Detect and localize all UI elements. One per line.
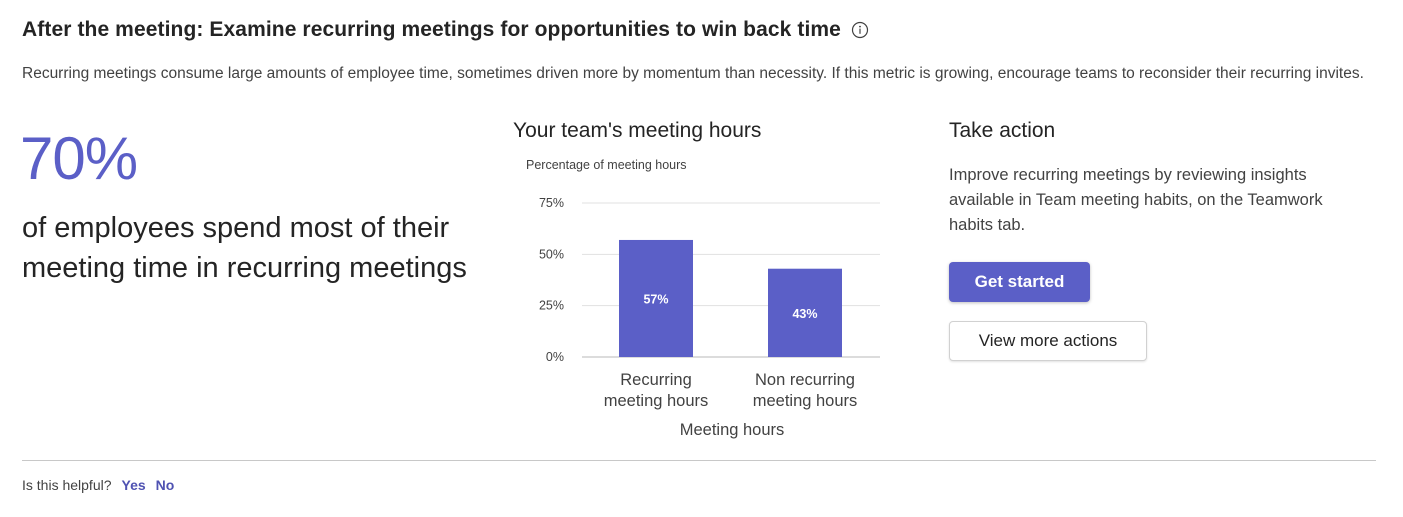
x-category-label: meeting hours (753, 392, 858, 410)
chart-y-axis-label: Percentage of meeting hours (526, 158, 687, 172)
feedback-yes-link[interactable]: Yes (122, 477, 146, 493)
feedback-bar: Is this helpful? Yes No (22, 477, 174, 493)
y-tick-label: 25% (539, 299, 564, 313)
stat-description: of employees spend most of their meeting… (22, 212, 467, 284)
bar-data-label: 57% (643, 292, 668, 306)
info-icon[interactable] (851, 21, 869, 39)
meeting-hours-bar-chart: 0% 25% 50% 75% 57% Recurring meeting hours 43% N… (539, 196, 880, 439)
y-tick-label: 0% (546, 350, 564, 364)
y-tick-label: 75% (539, 196, 564, 210)
bar-data-label: 43% (792, 307, 817, 321)
section-title: After the meeting: Examine recurring mee… (22, 18, 841, 41)
view-more-actions-button[interactable]: View more actions (949, 321, 1147, 361)
feedback-no-link[interactable]: No (156, 477, 175, 493)
get-started-button[interactable]: Get started (949, 262, 1090, 302)
x-category-label: Non recurring (755, 371, 855, 389)
x-category-label: meeting hours (604, 392, 709, 410)
footer-divider (22, 460, 1376, 461)
chart-title: Your team's meeting hours (513, 119, 762, 142)
feedback-question: Is this helpful? (22, 477, 112, 493)
stat-value: 70% (20, 125, 138, 192)
take-action-text: Improve recurring meetings by reviewing … (949, 166, 1323, 234)
chart-x-axis-label: Meeting hours (680, 421, 785, 439)
x-category-label: Recurring (620, 371, 692, 389)
take-action-title: Take action (949, 119, 1056, 142)
y-tick-label: 50% (539, 247, 564, 261)
section-description: Recurring meetings consume large amounts… (22, 65, 1364, 82)
section-header: After the meeting: Examine recurring mee… (22, 18, 869, 42)
